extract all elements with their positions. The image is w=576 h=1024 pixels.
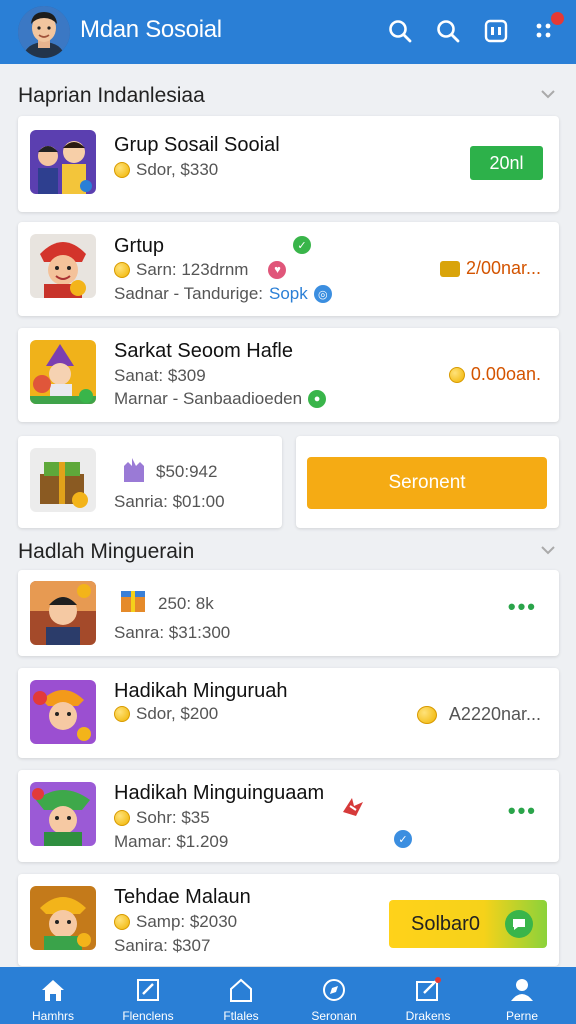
- nav-label: Hamhrs: [31, 1009, 74, 1023]
- more-icon[interactable]: •••: [508, 594, 537, 620]
- coin-icon: [416, 705, 437, 724]
- send-gift-label: Solbar0: [411, 912, 480, 935]
- search-icon[interactable]: [385, 16, 415, 46]
- coin-icon: [114, 706, 130, 722]
- group-price: Sanat: $309: [114, 366, 206, 385]
- nav-label: Flenclens: [122, 1009, 174, 1023]
- group-members: Sarn: 123drnm ♥: [114, 260, 287, 280]
- gift-card[interactable]: Hadikah Minguinguaam Sohr: $35 Mamar: $1…: [18, 770, 559, 862]
- gift-card[interactable]: 250: 8k Sanra: $31:300 •••: [18, 570, 559, 656]
- edit-box-icon: [416, 977, 441, 1001]
- group-title: Sarkat Seoom Hafle: [114, 340, 293, 362]
- nav-item-profile[interactable]: Perne: [474, 967, 570, 1024]
- info-icon: ◎: [313, 285, 332, 303]
- join-button[interactable]: 20nl: [470, 146, 543, 180]
- gift-value: 250: 8k: [158, 594, 214, 613]
- nav-label: Perne: [505, 1009, 539, 1023]
- section-title: Hadlah Minguerain: [18, 540, 195, 563]
- house-outline-icon: [230, 978, 252, 1002]
- gift-thumbnail: [30, 782, 96, 846]
- chat-icon[interactable]: [481, 16, 511, 46]
- avatar[interactable]: [18, 6, 70, 58]
- gift-meta: Sanira: $307: [114, 936, 211, 955]
- gift-title: Hadikah Minguinguaam: [114, 782, 325, 804]
- section-title: Haprian Indanlesiaa: [18, 84, 205, 107]
- app-title: Mdan Sosoial: [80, 16, 222, 43]
- gift-title: Tehdae Malaun: [114, 886, 251, 908]
- group-reward: 0.00oan.: [448, 364, 541, 385]
- gift-thumbnail: [30, 448, 96, 512]
- nav-label: Ftlales: [223, 1009, 259, 1023]
- gift-price: Sanra: $31:300: [114, 623, 231, 642]
- nav-label: Drakens: [405, 1009, 451, 1023]
- nav-item-drafts[interactable]: Drakens: [380, 967, 476, 1024]
- gift-title: Hadikah Minguruah: [114, 680, 288, 702]
- gift-meta: Mamar: $1.209: [114, 832, 229, 851]
- edit-icon: [137, 979, 159, 1001]
- gift-price: Samp: $2030: [114, 912, 237, 932]
- chevron-down-icon[interactable]: [540, 86, 556, 102]
- castle-icon: [118, 454, 148, 484]
- gift-value: $50:942: [156, 462, 218, 481]
- search-icon[interactable]: [433, 16, 463, 46]
- nav-item-home[interactable]: Hamhrs: [5, 967, 101, 1024]
- group-reward: 2/00nar...: [439, 258, 541, 279]
- heart-icon: ♥: [268, 261, 287, 279]
- send-button[interactable]: Seronent: [307, 457, 547, 509]
- coin-icon: [114, 810, 130, 826]
- group-thumbnail: [30, 234, 96, 298]
- ribbon-icon: [340, 794, 366, 820]
- group-thumbnail: [30, 130, 96, 194]
- notification-badge: [551, 12, 564, 25]
- gift-price: Sdor, $200: [114, 704, 218, 724]
- group-title: Grup Sosail Sooial: [114, 134, 280, 156]
- chevron-down-icon[interactable]: [540, 542, 556, 558]
- shield-icon: ✓: [394, 830, 412, 848]
- gift-reward: A2220nar...: [416, 704, 541, 725]
- location-icon: ●: [308, 390, 327, 408]
- gift-box-icon: [118, 584, 148, 614]
- money-icon: [439, 260, 460, 277]
- group-card[interactable]: Grup Sosail Sooial Sdor, $330 20nl: [18, 116, 559, 212]
- coin-icon: [114, 162, 130, 178]
- nav-item-search[interactable]: Seronan: [286, 967, 382, 1024]
- nav-item-friends[interactable]: Flenclens: [100, 967, 196, 1024]
- nav-label: Seronan: [311, 1009, 357, 1023]
- group-meta: Marnar - Sanbaadioeden ●: [114, 389, 327, 409]
- gift-thumbnail: [30, 680, 96, 744]
- compass-icon: [323, 979, 345, 1001]
- app-bar: Mdan Sosoial: [0, 0, 576, 64]
- gift-card[interactable]: Hadikah Minguruah Sdor, $200 A2220nar...: [18, 668, 559, 758]
- send-gift-button[interactable]: Solbar0: [389, 900, 547, 948]
- coin-icon: [114, 914, 130, 930]
- person-icon: [511, 979, 533, 1001]
- home-icon: [42, 980, 64, 1001]
- nav-item-files[interactable]: Ftlales: [193, 967, 289, 1024]
- chat-icon: [505, 910, 533, 938]
- bottom-nav: Hamhrs Flenclens Ftlales Seronan Drakens…: [0, 967, 576, 1024]
- apps-icon[interactable]: [530, 12, 564, 46]
- gift-card[interactable]: $50:942 Sanria: $01:00: [18, 436, 282, 528]
- gift-card[interactable]: Tehdae Malaun Samp: $2030 Sanira: $307 S…: [18, 874, 559, 966]
- coin-icon: [114, 262, 130, 278]
- group-card[interactable]: Sarkat Seoom Hafle Sanat: $309 Marnar - …: [18, 328, 559, 422]
- verified-icon: ✓: [293, 236, 311, 254]
- gift-thumbnail: [30, 581, 96, 645]
- coin-icon: [448, 366, 465, 383]
- group-thumbnail: [30, 340, 96, 404]
- gift-thumbnail: [30, 886, 96, 950]
- group-title: Grtup: [114, 235, 165, 257]
- gift-price: Sohr: $35: [114, 808, 210, 828]
- more-icon[interactable]: •••: [508, 798, 537, 824]
- group-price: Sdor, $330: [114, 160, 218, 180]
- group-card[interactable]: Grtup ✓ Sarn: 123drnm ♥ Sadnar - Tandurig…: [18, 222, 559, 316]
- gift-price: Sanria: $01:00: [114, 492, 225, 511]
- group-meta: Sadnar - Tandurige: Sopk ◎: [114, 284, 332, 304]
